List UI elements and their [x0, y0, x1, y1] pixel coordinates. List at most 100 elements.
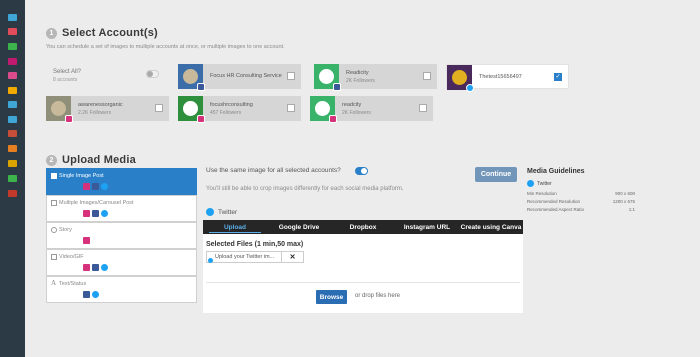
twitter-icon [101, 264, 108, 271]
tab-dropbox[interactable]: Dropbox [331, 220, 395, 234]
account-checkbox[interactable] [287, 104, 295, 112]
users-icon[interactable] [8, 130, 17, 137]
account-checkbox[interactable] [423, 72, 431, 80]
select-all-count: 8 accounts [53, 77, 78, 83]
twitter-badge-icon [466, 84, 474, 92]
network-label: Twitter [218, 208, 238, 216]
account-followers: 457 Followers [210, 110, 242, 116]
step-2-header: 2 Upload Media [46, 154, 136, 166]
facebook-badge-icon [197, 83, 205, 91]
account-card[interactable]: readcity 2K Followers [310, 96, 433, 123]
step-number: 1 [46, 27, 57, 39]
inbox-icon[interactable] [8, 116, 17, 123]
account-card[interactable]: awarenessorganic 2.2K Followers [46, 96, 169, 123]
guideline-label: Recommended Resolution [527, 199, 581, 204]
twitter-icon [206, 208, 214, 216]
guideline-row: Recommended Aspect Ratio 1:1 [527, 207, 635, 212]
instagram-icon [83, 183, 90, 190]
post-type-story[interactable]: Story [46, 222, 197, 249]
toggle-knob [147, 71, 153, 77]
account-checkbox[interactable]: ✓ [554, 73, 562, 81]
account-checkbox[interactable] [155, 104, 163, 112]
tab-google-drive[interactable]: Google Drive [267, 220, 331, 234]
step-title: Select Account(s) [62, 27, 158, 39]
same-image-toggle[interactable] [355, 167, 368, 175]
close-icon[interactable]: ✕ [281, 251, 303, 263]
network-icons [83, 210, 108, 217]
network-icons [83, 183, 108, 190]
avatar-image [319, 69, 334, 84]
twitter-icon [101, 183, 108, 190]
avatar [314, 64, 341, 91]
image-icon[interactable] [8, 58, 17, 65]
avatar-image [315, 101, 330, 116]
network-icons [83, 237, 90, 244]
file-placeholder: Upload your Twitter im... [215, 254, 275, 260]
guideline-row: Recommended Resolution 1200 x 675 [527, 199, 635, 204]
gear-icon[interactable] [8, 175, 17, 182]
post-type-carousel[interactable]: Multiple Images/Carousel Post [46, 195, 197, 222]
avatar [178, 96, 205, 123]
avatar [178, 64, 205, 91]
twitter-icon [527, 180, 534, 187]
left-sidebar [0, 0, 25, 357]
account-followers: 2.2K Followers [78, 110, 112, 116]
select-all-label: Select All? [53, 69, 82, 75]
account-card[interactable]: Focus HR Consulting Service [178, 64, 301, 91]
calendar-icon[interactable] [8, 43, 17, 50]
select-all-toggle[interactable] [146, 70, 159, 78]
upload-panel: Upload Google Drive Dropbox Instagram UR… [203, 220, 523, 313]
facebook-icon [92, 183, 99, 190]
guideline-row: Min Resolution 900 x 600 [527, 191, 635, 196]
continue-button[interactable]: Continue [475, 167, 517, 182]
list-icon[interactable] [8, 72, 17, 79]
network-section-label: Twitter [206, 208, 237, 216]
tab-canva[interactable]: Create using Canva [459, 220, 523, 234]
step-1-header: 1 Select Account(s) [46, 27, 158, 39]
post-type-label: Single Image Post [59, 173, 104, 179]
tab-upload[interactable]: Upload [203, 220, 267, 234]
facebook-icon [92, 264, 99, 271]
twitter-icon [208, 258, 213, 263]
divider [206, 282, 520, 283]
selected-files-label: Selected Files (1 min,50 max) [206, 241, 304, 248]
account-followers: 2K Followers [342, 110, 371, 116]
account-card[interactable]: Readicity 2K Followers [314, 64, 437, 91]
account-checkbox[interactable] [287, 72, 295, 80]
chat-icon[interactable] [8, 87, 17, 94]
post-type-text[interactable]: A Text/Status [46, 276, 197, 303]
twitter-icon [92, 291, 99, 298]
instagram-icon [83, 237, 90, 244]
browse-button[interactable]: Browse [316, 290, 347, 304]
grid-icon[interactable] [8, 101, 17, 108]
avatar [310, 96, 337, 123]
upload-tabs: Upload Google Drive Dropbox Instagram UR… [203, 220, 523, 234]
tag-icon[interactable] [8, 160, 17, 167]
avatar-image [452, 70, 467, 85]
same-image-label: Use the same image for all selected acco… [206, 167, 341, 174]
main-content: 1 Select Account(s) You can schedule a s… [25, 0, 700, 357]
tab-instagram-url[interactable]: Instagram URL [395, 220, 459, 234]
post-type-single-image[interactable]: Single Image Post [46, 168, 197, 195]
post-type-label: Text/Status [59, 281, 87, 287]
chart-icon[interactable] [8, 145, 17, 152]
post-type-video[interactable]: Video/GIF [46, 249, 197, 276]
post-type-label: Story [59, 227, 72, 233]
avatar-image [51, 101, 66, 116]
account-card[interactable]: focushrconsulting 457 Followers [178, 96, 301, 123]
account-name: awarenessorganic [78, 102, 123, 108]
media-guidelines: Media Guidelines Twitter Min Resolution … [527, 168, 635, 212]
feed-icon[interactable] [8, 28, 17, 35]
video-icon [51, 254, 57, 260]
alert-icon[interactable] [8, 190, 17, 197]
instagram-badge-icon [65, 115, 73, 123]
network-icons [83, 291, 99, 298]
instagram-badge-icon [329, 115, 337, 123]
account-checkbox[interactable] [419, 104, 427, 112]
account-card[interactable]: Thetest15656497 ✓ [446, 64, 569, 92]
facebook-icon [92, 210, 99, 217]
twitter-icon [101, 210, 108, 217]
post-type-label: Video/GIF [59, 254, 84, 260]
home-icon[interactable] [8, 14, 17, 21]
file-upload-field[interactable]: Upload your Twitter im... ✕ [206, 251, 304, 263]
